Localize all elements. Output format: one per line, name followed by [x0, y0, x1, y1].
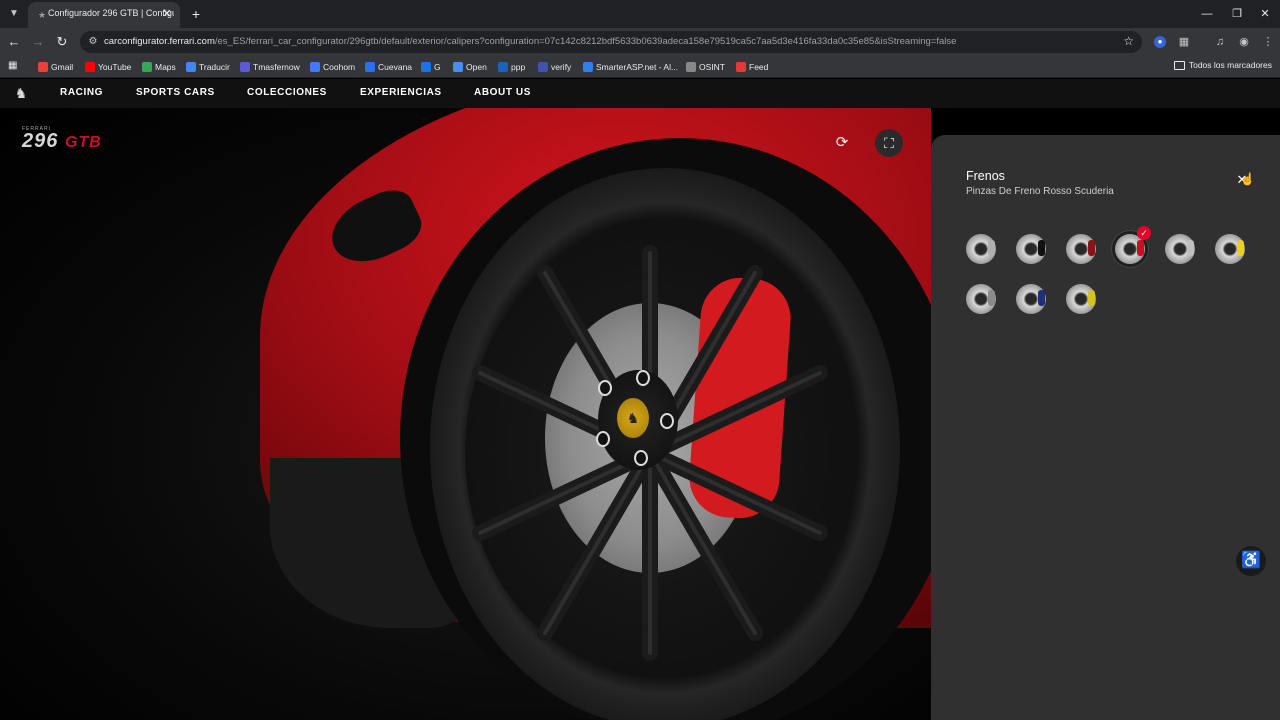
nav-colecciones[interactable]: COLECCIONES — [247, 87, 327, 98]
prancing-horse-badge-icon: ♞ — [617, 398, 649, 438]
bookmark-traducir[interactable]: Traducir — [186, 60, 230, 74]
extension-icon[interactable]: ● — [1154, 36, 1166, 48]
caliper-option-7[interactable] — [966, 284, 996, 314]
car-model-logo: FERRARI 296 GTB — [22, 126, 102, 152]
minimize-button[interactable]: — — [1198, 6, 1216, 22]
bookmark-feed[interactable]: Feed — [736, 60, 768, 74]
tmasfernow-icon — [240, 62, 250, 72]
coohom-icon — [310, 62, 320, 72]
reload-button[interactable]: ↻ — [54, 34, 70, 50]
youtube-icon — [85, 62, 95, 72]
maps-icon — [142, 62, 152, 72]
close-tab-icon[interactable]: ✕ — [160, 7, 174, 21]
selected-check-icon: ✓ — [1137, 226, 1151, 240]
ferrari-logo-icon[interactable]: ♞ — [14, 84, 28, 103]
bookmark-g[interactable]: G — [421, 60, 441, 74]
bookmark-coohom[interactable]: Coohom — [310, 60, 355, 74]
nav-racing[interactable]: RACING — [60, 87, 103, 98]
close-window-button[interactable]: ✕ — [1256, 6, 1274, 22]
apps-grid-icon[interactable]: ▦ — [8, 60, 20, 72]
browser-tab[interactable]: ★ Configurador 296 GTB | Configu ✕ — [28, 2, 180, 28]
caliper-option-1[interactable] — [966, 234, 996, 264]
caliper-color-icon — [1088, 290, 1095, 306]
car-viewer[interactable]: ♞ FERRARI 296 GTB ⟳ ⛶ — [0, 108, 931, 720]
browser-tab-bar: ▼ ★ Configurador 296 GTB | Configu ✕ + —… — [0, 0, 1280, 28]
bookmark-gmail[interactable]: Gmail — [38, 60, 73, 74]
smarterasp-icon — [583, 62, 593, 72]
site-header: ♞ RACING SPORTS CARS COLECCIONES EXPERIE… — [0, 79, 1280, 108]
open-icon — [453, 62, 463, 72]
caliper-option-2[interactable] — [1016, 234, 1046, 264]
bookmarks-bar: ▦ Gmail YouTube Maps Traducir Tmasfernow… — [0, 56, 1280, 78]
caliper-color-icon — [988, 240, 995, 256]
mouse-cursor-icon: ☝ — [1240, 172, 1255, 186]
browser-menu-icon[interactable]: ⋮ — [1260, 34, 1276, 50]
bookmark-youtube[interactable]: YouTube — [85, 60, 131, 74]
cuevana-icon — [365, 62, 375, 72]
extensions-puzzle-icon[interactable]: ▦ — [1176, 34, 1192, 50]
bookmark-tmasfernow[interactable]: Tmasfernow — [240, 60, 300, 74]
lug-nut-icon — [598, 380, 612, 396]
caliper-color-icon — [1088, 240, 1095, 256]
feed-icon — [736, 62, 746, 72]
verify-icon — [538, 62, 548, 72]
lug-nut-icon — [596, 431, 610, 447]
translate-icon — [186, 62, 196, 72]
osint-icon — [686, 62, 696, 72]
caliper-color-icon — [988, 290, 995, 306]
back-button[interactable]: ← — [6, 34, 22, 50]
url-text[interactable]: carconfigurator.ferrari.com/es_ES/ferrar… — [104, 36, 956, 47]
tab-search-icon[interactable]: ▼ — [6, 6, 22, 22]
lug-nut-icon — [660, 413, 674, 429]
caliper-option-5[interactable] — [1165, 234, 1195, 264]
lug-nut-icon — [636, 370, 650, 386]
bookmark-open[interactable]: Open — [453, 60, 487, 74]
bookmark-osint[interactable]: OSINT — [686, 60, 725, 74]
all-bookmarks[interactable]: Todos los marcadores — [1173, 60, 1272, 70]
browser-toolbar: ← → ↻ ⚙ carconfigurator.ferrari.com/es_E… — [0, 28, 1280, 56]
folder-icon — [1173, 60, 1185, 70]
forward-button[interactable]: → — [30, 34, 46, 50]
nav-experiencias[interactable]: EXPERIENCIAS — [360, 87, 442, 98]
bookmark-verify[interactable]: verify — [538, 60, 571, 74]
caliper-option-6[interactable] — [1215, 234, 1245, 264]
nav-about-us[interactable]: ABOUT US — [474, 87, 531, 98]
caliper-color-icon — [1038, 290, 1045, 306]
tab-title: Configurador 296 GTB | Configu — [48, 8, 174, 18]
brakes-config-panel: Frenos Pinzas De Freno Rosso Scuderia ✕ … — [931, 135, 1280, 720]
bookmark-star-icon[interactable]: ☆ — [1123, 34, 1134, 48]
caliper-color-icon — [1237, 240, 1244, 256]
site-info-icon[interactable]: ⚙ — [86, 35, 100, 49]
new-tab-button[interactable]: + — [188, 6, 204, 22]
fullscreen-icon[interactable]: ⛶ — [875, 129, 903, 157]
bookmark-smarterasp[interactable]: SmarterASP.net - Al... — [583, 60, 678, 74]
g-icon — [421, 62, 431, 72]
restore-button[interactable]: ❐ — [1228, 6, 1246, 22]
lug-nut-icon — [634, 450, 648, 466]
panel-title: Frenos — [966, 169, 1005, 183]
bookmark-maps[interactable]: Maps — [142, 60, 176, 74]
address-bar[interactable]: ⚙ carconfigurator.ferrari.com/es_ES/ferr… — [80, 31, 1142, 53]
caliper-color-icon — [1187, 240, 1194, 256]
caliper-option-3[interactable] — [1066, 234, 1096, 264]
caliper-option-9[interactable] — [1066, 284, 1096, 314]
nav-sports-cars[interactable]: SPORTS CARS — [136, 87, 215, 98]
caliper-option-4[interactable]: ✓ — [1115, 226, 1151, 264]
profile-icon[interactable]: ◉ — [1236, 34, 1252, 50]
media-control-icon[interactable]: ♫ — [1212, 34, 1228, 50]
caliper-color-icon — [1038, 240, 1045, 256]
gmail-icon — [38, 62, 48, 72]
bookmark-cuevana[interactable]: Cuevana — [365, 60, 412, 74]
caliper-option-8[interactable] — [1016, 284, 1046, 314]
ferrari-favicon-icon: ★ — [37, 10, 47, 20]
bookmark-ppp[interactable]: ppp — [498, 60, 525, 74]
caliper-color-icon — [1137, 240, 1144, 256]
panel-subtitle: Pinzas De Freno Rosso Scuderia — [966, 186, 1114, 197]
accessibility-icon[interactable]: ♿ — [1236, 546, 1266, 576]
ppp-icon — [498, 62, 508, 72]
rotate-view-icon[interactable]: ⟳ — [828, 129, 856, 157]
